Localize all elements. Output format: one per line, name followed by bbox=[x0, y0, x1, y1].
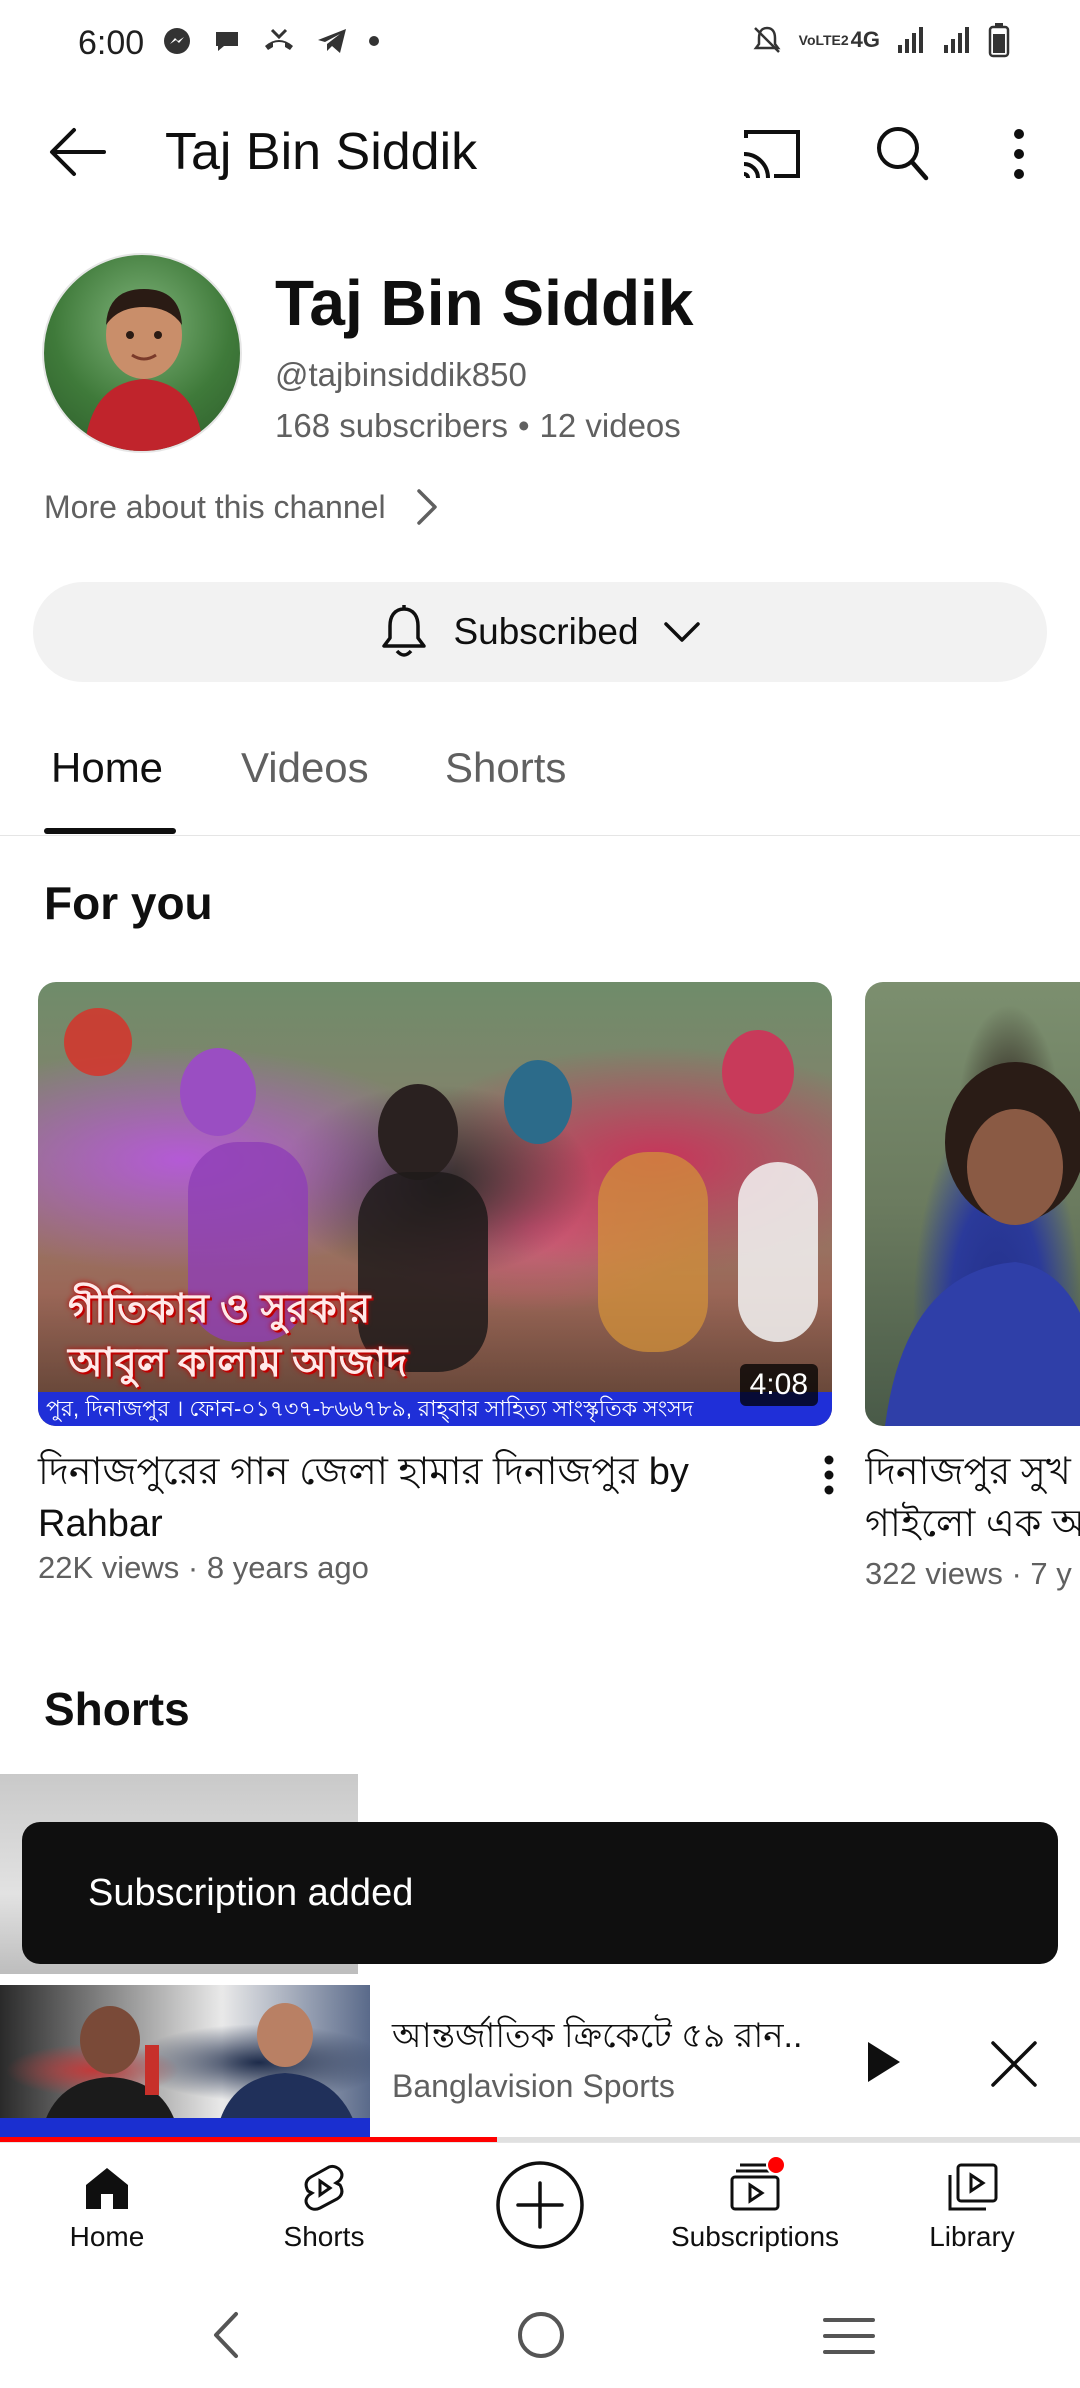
video-thumbnail[interactable] bbox=[865, 982, 1080, 1426]
channel-stats: 168 subscribers • 12 videos bbox=[275, 407, 681, 445]
create-icon bbox=[494, 2159, 586, 2251]
toast-text: Subscription added bbox=[88, 1871, 414, 1914]
system-home-icon[interactable] bbox=[516, 2310, 566, 2360]
thumbnail-caption-line: আবুল কালাম আজাদ bbox=[68, 1341, 408, 1385]
nav-create[interactable] bbox=[440, 2159, 640, 2251]
thumbnail-caption-line: গীতিকার ও সুরকার bbox=[68, 1287, 371, 1331]
back-arrow-icon[interactable] bbox=[46, 124, 108, 180]
bell-icon bbox=[379, 604, 429, 660]
nav-subscriptions[interactable]: Subscriptions bbox=[655, 2155, 855, 2253]
signal-icon bbox=[942, 25, 972, 55]
subscriptions-icon bbox=[726, 2155, 786, 2213]
channel-name: Taj Bin Siddik bbox=[275, 267, 694, 339]
chevron-right-icon bbox=[416, 488, 438, 526]
tab-home[interactable]: Home bbox=[51, 744, 163, 792]
messenger-icon bbox=[162, 26, 192, 56]
bottom-navigation: Home Shorts Subscriptions Library bbox=[0, 2142, 1080, 2282]
battery-icon bbox=[988, 22, 1010, 58]
video-title-line: দিনাজপুর সুখ bbox=[865, 1451, 1071, 1493]
video-more-icon[interactable] bbox=[818, 1454, 840, 1498]
home-icon bbox=[82, 2163, 132, 2213]
shorts-icon bbox=[299, 2163, 349, 2213]
subscriber-count: 168 subscribers bbox=[275, 407, 508, 444]
nav-home[interactable]: Home bbox=[7, 2163, 207, 2253]
video-count: 12 videos bbox=[539, 407, 681, 444]
video-meta: 22K views · 8 years ago bbox=[38, 1550, 369, 1585]
telegram-icon bbox=[316, 26, 348, 56]
missed-call-icon bbox=[262, 26, 296, 56]
mini-player-channel: Banglavision Sports bbox=[392, 2068, 675, 2104]
play-icon[interactable] bbox=[866, 2040, 902, 2084]
mute-icon bbox=[751, 24, 783, 56]
nav-library-label: Library bbox=[929, 2221, 1015, 2252]
system-navigation-bar bbox=[0, 2282, 1080, 2388]
for-you-title: For you bbox=[44, 877, 213, 929]
chevron-down-icon bbox=[663, 620, 701, 644]
duration-badge: 4:08 bbox=[739, 1364, 818, 1406]
close-icon[interactable] bbox=[990, 2040, 1038, 2088]
video-title-line: Rahbar bbox=[38, 1503, 163, 1545]
subscribed-label: Subscribed bbox=[453, 611, 639, 652]
channel-tabs: Home Videos Shorts bbox=[0, 700, 1080, 836]
search-icon[interactable] bbox=[874, 124, 930, 182]
nav-subscriptions-label: Subscriptions bbox=[670, 2221, 840, 2252]
video-title[interactable]: দিনাজপুর সুখ গাইলো এক অ bbox=[865, 1446, 1080, 1550]
nav-shorts-label: Shorts bbox=[283, 2221, 365, 2252]
shorts-section-title: Shorts bbox=[44, 1683, 190, 1735]
video-title-line: গাইলো এক অ bbox=[865, 1503, 1080, 1545]
subscription-toast: Subscription added bbox=[22, 1822, 1058, 1964]
system-back-icon[interactable] bbox=[210, 2310, 240, 2360]
subscribed-button[interactable]: Subscribed bbox=[33, 582, 1047, 682]
4g-icon: 4G bbox=[850, 27, 880, 52]
more-about-channel-link[interactable]: More about this channel bbox=[44, 488, 438, 526]
video-title[interactable]: দিনাজপুরের গান জেলা হামার দিনাজপুর by Ra… bbox=[38, 1446, 778, 1550]
system-recents-icon[interactable] bbox=[822, 2316, 876, 2356]
video-thumbnail[interactable]: গীতিকার ও সুরকার আবুল কালাম আজাদ পুর, দি… bbox=[38, 982, 832, 1426]
nav-home-label: Home bbox=[69, 2221, 145, 2252]
status-system-icons: VoLTE2 4G bbox=[751, 22, 1010, 58]
mini-player-thumbnail[interactable] bbox=[0, 1985, 370, 2140]
dot-icon bbox=[368, 35, 380, 47]
more-about-label: More about this channel bbox=[44, 488, 386, 525]
app-bar-title: Taj Bin Siddik bbox=[165, 123, 478, 181]
tab-videos[interactable]: Videos bbox=[241, 744, 369, 792]
cast-icon[interactable] bbox=[740, 128, 802, 180]
status-notification-icons bbox=[162, 26, 380, 56]
status-time: 6:00 bbox=[78, 24, 145, 62]
separator: • bbox=[517, 407, 530, 444]
more-vert-icon[interactable] bbox=[1002, 128, 1036, 180]
video-meta: 322 views · 7 y bbox=[865, 1556, 1072, 1591]
chat-icon bbox=[212, 26, 242, 56]
volte-icon: VoLTE2 bbox=[798, 32, 849, 48]
nav-library[interactable]: Library bbox=[872, 2163, 1072, 2253]
library-icon bbox=[946, 2163, 998, 2213]
channel-avatar[interactable] bbox=[42, 253, 242, 453]
channel-handle: @tajbinsiddik850 bbox=[275, 356, 527, 393]
nav-shorts[interactable]: Shorts bbox=[224, 2163, 424, 2253]
notification-badge bbox=[766, 2155, 786, 2175]
thumbnail-caption: গীতিকার ও সুরকার আবুল কালাম আজাদ bbox=[68, 1282, 407, 1390]
thumbnail-ticker: পুর, দিনাজপুর । ফোন-০১৭৩৭-৮৬৬৭৮৯, রাহ্‌ব… bbox=[38, 1392, 832, 1426]
mini-player-title[interactable]: আন্তর্জাতিক ক্রিকেটে ৫৯ রান.. bbox=[392, 2010, 802, 2067]
tab-shorts[interactable]: Shorts bbox=[445, 744, 566, 792]
video-title-line: দিনাজপুরের গান জেলা হামার দিনাজপুর by bbox=[38, 1451, 689, 1493]
signal-icon bbox=[896, 25, 926, 55]
active-tab-indicator bbox=[44, 828, 176, 834]
